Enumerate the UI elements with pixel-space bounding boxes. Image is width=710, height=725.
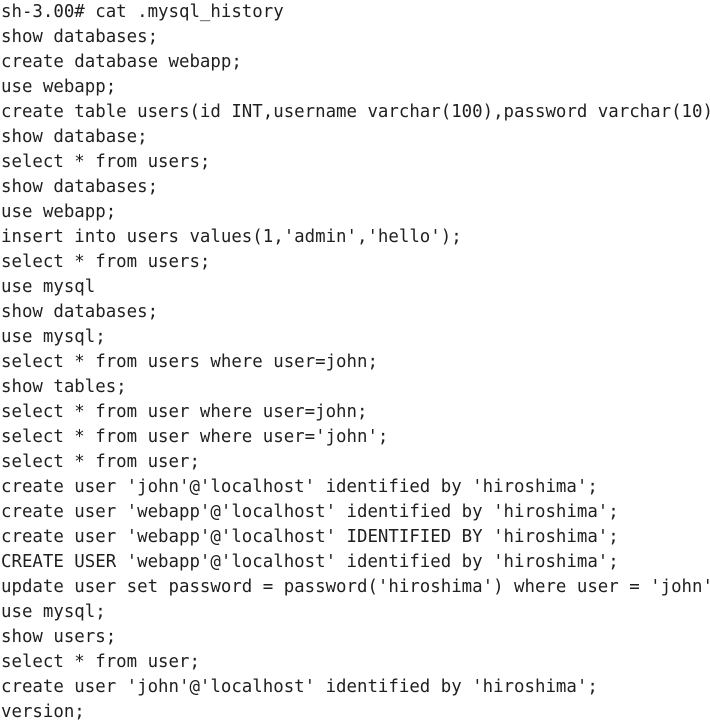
terminal-line: use webapp; xyxy=(1,77,117,97)
terminal-line: create user 'webapp'@'localhost' IDENTIF… xyxy=(1,527,619,547)
terminal-line: use mysql; xyxy=(1,602,106,622)
terminal-line: show databases; xyxy=(1,27,159,47)
terminal-line: use mysql; xyxy=(1,327,106,347)
terminal-window[interactable]: sh-3.00# cat .mysql_history show databas… xyxy=(0,0,710,725)
terminal-line: select * from user; xyxy=(1,652,200,672)
terminal-line: use mysql xyxy=(1,277,96,297)
terminal-line: select * from user where user=john; xyxy=(1,402,368,422)
terminal-line: version; xyxy=(1,702,85,722)
terminal-line: create database webapp; xyxy=(1,52,242,72)
terminal-line: show database; xyxy=(1,127,148,147)
terminal-line: show users; xyxy=(1,627,117,647)
terminal-line: create user 'john'@'localhost' identifie… xyxy=(1,477,598,497)
terminal-line-prompt: sh-3.00# cat .mysql_history xyxy=(1,2,284,22)
terminal-line: create user 'john'@'localhost' identifie… xyxy=(1,677,598,697)
terminal-line: select * from users; xyxy=(1,152,211,172)
terminal-line: use webapp; xyxy=(1,202,117,222)
terminal-line: select * from users; xyxy=(1,252,211,272)
terminal-line: CREATE USER 'webapp'@'localhost' identif… xyxy=(1,552,619,572)
terminal-line: show databases; xyxy=(1,177,159,197)
terminal-line: insert into users values(1,'admin','hell… xyxy=(1,227,462,247)
terminal-line: show databases; xyxy=(1,302,159,322)
terminal-line: create table users(id INT,username varch… xyxy=(1,102,710,122)
terminal-line: show tables; xyxy=(1,377,127,397)
terminal-line: update user set password = password('hir… xyxy=(1,577,710,597)
terminal-line: select * from users where user=john; xyxy=(1,352,378,372)
terminal-line: create user 'webapp'@'localhost' identif… xyxy=(1,502,619,522)
terminal-line: select * from user; xyxy=(1,452,200,472)
terminal-line: select * from user where user='john'; xyxy=(1,427,389,447)
